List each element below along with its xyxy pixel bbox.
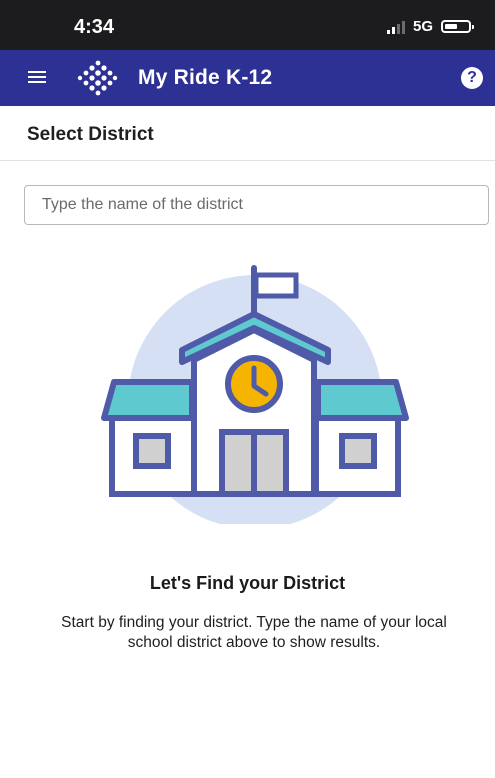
status-indicators: 5G (386, 18, 474, 35)
status-bar: 4:34 5G (0, 0, 495, 50)
empty-state-title: Let's Find your District (149, 573, 346, 593)
help-icon[interactable]: ? (461, 67, 483, 89)
app-logo-icon (77, 60, 118, 96)
page-title: Select District (27, 124, 154, 145)
status-time: 4:34 (74, 16, 115, 38)
right-window-icon (339, 433, 377, 469)
flag-icon (253, 272, 299, 299)
page-header: Select District (0, 106, 495, 161)
app-title: My Ride K-12 (138, 66, 273, 89)
empty-state-description: Start by finding your district. Type the… (61, 614, 447, 651)
battery-icon (441, 20, 474, 33)
signal-strength-icon (386, 20, 405, 34)
app-bar: My Ride K-12 ? (0, 50, 495, 106)
network-type: 5G (412, 18, 433, 35)
district-search-input[interactable] (24, 185, 489, 225)
hamburger-menu-icon[interactable] (28, 68, 48, 88)
left-window-icon (133, 433, 171, 469)
school-building-icon (101, 265, 409, 524)
